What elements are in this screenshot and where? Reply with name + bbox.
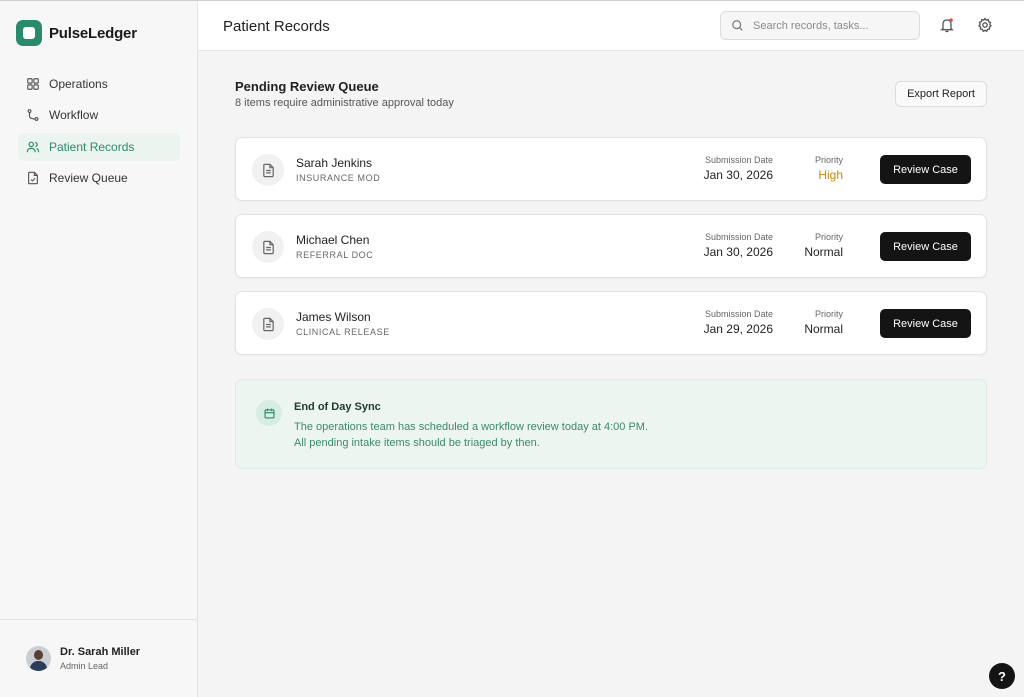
sidebar-item-label: Workflow bbox=[49, 108, 99, 123]
sidebar-item-patient-records[interactable]: Patient Records bbox=[18, 132, 180, 161]
brand[interactable]: PulseLedger bbox=[16, 20, 137, 46]
patient-name: James Wilson bbox=[296, 310, 371, 324]
document-icon bbox=[252, 231, 284, 263]
users-icon bbox=[26, 141, 40, 152]
sidebar-nav: Operations Workflow Patient Records Revi… bbox=[18, 70, 180, 195]
sidebar-item-review-queue[interactable]: Review Queue bbox=[18, 164, 180, 192]
file-check-icon bbox=[28, 171, 38, 185]
notice-title: End of Day Sync bbox=[294, 401, 381, 413]
search-box[interactable] bbox=[720, 11, 920, 40]
git-branch-icon bbox=[27, 109, 39, 122]
notice-text: The operations team has scheduled a work… bbox=[294, 421, 649, 449]
gear-icon[interactable] bbox=[977, 17, 993, 33]
queue-card: Michael Chen REFERRAL DOC Submission Dat… bbox=[235, 214, 987, 278]
user-profile[interactable]: Dr. Sarah Miller Admin Lead bbox=[0, 619, 197, 697]
sidebar-item-label: Review Queue bbox=[49, 170, 128, 185]
review-case-button[interactable]: Review Case bbox=[880, 232, 971, 261]
review-case-button[interactable]: Review Case bbox=[880, 309, 971, 338]
bell-icon[interactable] bbox=[939, 17, 955, 33]
sidebar: PulseLedger Operations Workflow Patient … bbox=[0, 1, 198, 697]
sidebar-item-label: Patient Records bbox=[49, 139, 135, 154]
priority-label: Priority bbox=[814, 155, 843, 165]
help-button[interactable]: ? bbox=[989, 663, 1015, 689]
queue-card: James Wilson CLINICAL RELEASE Submission… bbox=[235, 291, 987, 355]
document-icon bbox=[252, 154, 284, 186]
priority-label: Priority bbox=[814, 232, 843, 242]
patient-name: Michael Chen bbox=[296, 233, 370, 247]
search-input[interactable] bbox=[753, 19, 913, 32]
user-role: Admin Lead bbox=[60, 661, 109, 671]
patient-name: Sarah Jenkins bbox=[296, 156, 373, 170]
search-icon bbox=[732, 20, 743, 31]
submission-date-label: Submission Date bbox=[704, 155, 773, 165]
priority-value: Normal bbox=[804, 322, 843, 336]
priority-value: High bbox=[818, 168, 843, 182]
submission-date: Jan 30, 2026 bbox=[703, 245, 773, 259]
submission-date: Jan 30, 2026 bbox=[703, 168, 773, 182]
record-type: INSURANCE MOD bbox=[296, 173, 381, 183]
review-case-button[interactable]: Review Case bbox=[880, 155, 971, 184]
page-title: Patient Records bbox=[223, 18, 330, 35]
submission-date-label: Submission Date bbox=[704, 309, 773, 319]
record-type: CLINICAL RELEASE bbox=[296, 327, 390, 337]
priority-label: Priority bbox=[814, 309, 843, 319]
brand-name: PulseLedger bbox=[49, 24, 137, 42]
end-of-day-notice: End of Day Sync The operations team has … bbox=[235, 379, 987, 469]
grid-icon bbox=[27, 78, 39, 90]
sidebar-item-workflow[interactable]: Workflow bbox=[18, 101, 180, 129]
sidebar-item-operations[interactable]: Operations bbox=[18, 70, 180, 98]
queue-title: Pending Review Queue bbox=[235, 79, 379, 94]
submission-date: Jan 29, 2026 bbox=[703, 322, 773, 336]
queue-card: Sarah Jenkins INSURANCE MOD Submission D… bbox=[235, 137, 987, 201]
queue-list: Sarah Jenkins INSURANCE MOD Submission D… bbox=[235, 137, 987, 368]
calendar-icon bbox=[256, 400, 282, 426]
document-icon bbox=[252, 308, 284, 340]
queue-subtitle: 8 items require administrative approval … bbox=[235, 97, 454, 109]
priority-value: Normal bbox=[804, 245, 843, 259]
user-name: Dr. Sarah Miller bbox=[60, 646, 141, 658]
brand-logo-icon bbox=[16, 20, 42, 46]
avatar bbox=[26, 646, 51, 671]
record-type: REFERRAL DOC bbox=[296, 250, 374, 260]
export-report-button[interactable]: Export Report bbox=[895, 81, 987, 107]
sidebar-item-label: Operations bbox=[49, 77, 108, 91]
topbar: Patient Records bbox=[198, 1, 1024, 51]
submission-date-label: Submission Date bbox=[704, 232, 773, 242]
